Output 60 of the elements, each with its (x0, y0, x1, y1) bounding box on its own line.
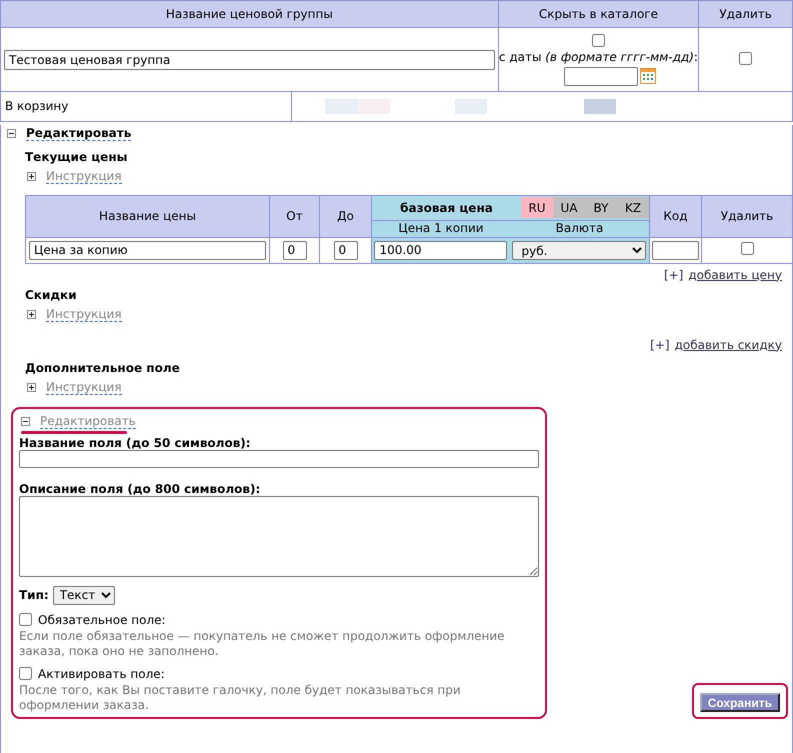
field-label: Описание поля (до 800 символов): (19, 482, 262, 496)
section-title: Дополнительное поле (25, 360, 181, 376)
column-header: Название цены (26, 195, 270, 237)
option-label: Обязательное поле: (38, 612, 166, 626)
code-field[interactable] (652, 240, 699, 260)
column-header: Валюта (556, 220, 604, 234)
currency-tab[interactable]: BY (585, 197, 617, 218)
date-field[interactable] (564, 66, 638, 86)
type-select[interactable]: Текст (52, 586, 115, 604)
currency-tab[interactable]: RU (521, 197, 553, 218)
add-bracket: [+] (650, 338, 670, 352)
column-header: Код (650, 195, 702, 237)
hide-checkbox[interactable] (592, 34, 605, 46)
date-label: с даты (в формате гггг-мм-дд): (498, 50, 698, 64)
description-field[interactable] (19, 496, 539, 576)
section-title: Текущие цены (25, 148, 128, 166)
toggle-link[interactable]: Инструкция (46, 169, 122, 184)
toggle-link[interactable]: Инструкция (46, 307, 122, 322)
option-label: Активировать поле: (38, 666, 165, 680)
price-name-field[interactable]: Цена за копию (29, 240, 266, 260)
collapse-icon[interactable] (21, 417, 30, 426)
column-header: Цена 1 копии (398, 220, 484, 234)
option-note: После того, как Вы поставите галочку, поле будет показываться при оформлении заказа. (19, 682, 462, 712)
calendar-icon[interactable] (640, 68, 656, 84)
expand-icon[interactable] (27, 383, 36, 392)
currency-tab[interactable]: UA (553, 197, 585, 218)
column-header: Скрыть в каталоге (498, 0, 699, 28)
expand-icon[interactable] (27, 172, 36, 181)
delete-checkbox[interactable] (739, 52, 752, 64)
option-checkbox[interactable] (19, 667, 32, 680)
delete-checkbox[interactable] (740, 242, 754, 255)
to-field[interactable]: 0 (334, 240, 358, 260)
toggle-link[interactable]: Редактировать (26, 126, 132, 141)
expand-icon[interactable] (27, 310, 36, 319)
redacted-block (584, 98, 616, 114)
section-title: Скидки (25, 286, 78, 304)
option-checkbox[interactable] (19, 613, 32, 626)
add-bracket: [+] (664, 268, 684, 282)
type-label: Тип: (19, 588, 49, 602)
add-price-link[interactable]: добавить цену (688, 268, 782, 282)
price-field[interactable]: 100.00 (374, 240, 508, 260)
save-button[interactable]: Сохранить (700, 692, 780, 712)
currency-tab[interactable]: KZ (617, 197, 649, 218)
field-name-input[interactable] (19, 450, 539, 468)
collapse-icon[interactable] (7, 129, 16, 138)
toggle-link[interactable]: Инструкция (46, 380, 122, 395)
group-name-field[interactable]: Тестовая ценовая группа (4, 50, 495, 70)
toggle-link[interactable]: Редактировать (40, 414, 136, 429)
option-note: Если поле обязательное — покупатель не сможет продолжить оформление заказа, пока оно не заполнено. (19, 628, 506, 658)
column-header: Удалить (702, 195, 792, 237)
field-label: Название поля (до 50 символов): (19, 436, 252, 450)
add-discount-link[interactable]: добавить скидку (674, 338, 782, 352)
column-header: Удалить (698, 0, 792, 28)
column-header: До (320, 195, 372, 237)
column-header: От (270, 195, 320, 237)
column-header: Название ценовой группы (0, 0, 498, 28)
from-field[interactable]: 0 (282, 240, 306, 260)
cart-label: В корзину (0, 92, 292, 121)
currency-select[interactable]: руб. (512, 240, 646, 260)
column-header: базовая цена (399, 200, 494, 214)
